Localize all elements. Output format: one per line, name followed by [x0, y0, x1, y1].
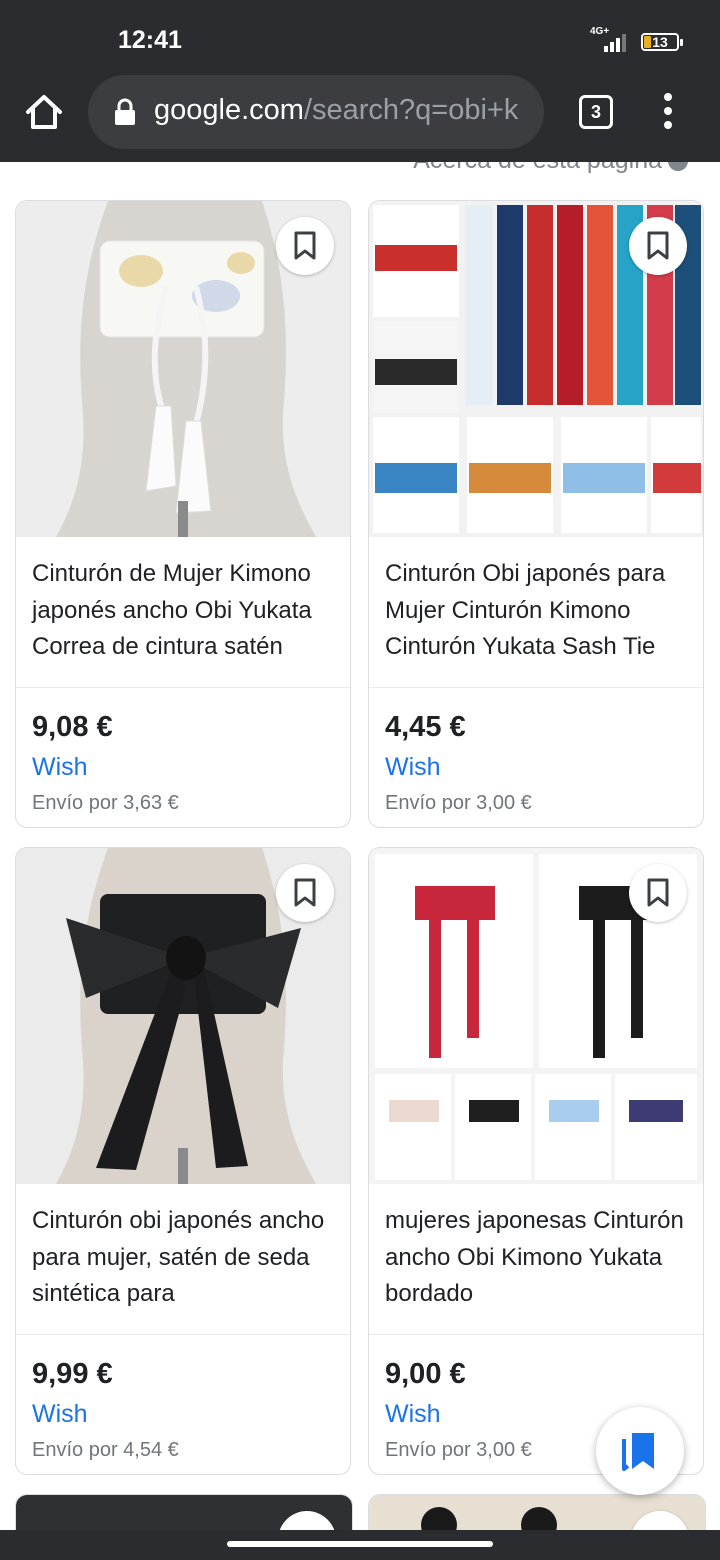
product-price: 9,99 €	[32, 1358, 113, 1390]
shipping-cost: Envío por 3,00 €	[385, 1439, 532, 1461]
overflow-menu-icon[interactable]	[655, 93, 681, 133]
divider	[369, 1334, 703, 1335]
product-price: 4,45 €	[385, 711, 466, 743]
tab-switcher-icon[interactable]: 3	[579, 95, 613, 129]
bookmark-button[interactable]	[629, 217, 687, 275]
bookmark-button[interactable]	[629, 864, 687, 922]
seller-link[interactable]: Wish	[32, 753, 88, 782]
battery-level: 13	[652, 34, 668, 50]
product-price: 9,08 €	[32, 711, 113, 743]
seller-link[interactable]: Wish	[32, 1400, 88, 1429]
battery-icon: 13	[641, 33, 683, 51]
bookmark-icon	[294, 878, 316, 907]
url-path: /search?q=obi+k	[303, 94, 519, 126]
url-domain: google.com	[154, 94, 304, 126]
product-card[interactable]: mujeres japonesas Cinturón ancho Obi Kim…	[368, 847, 704, 1475]
lock-icon	[115, 98, 135, 125]
divider	[16, 687, 350, 688]
shipping-cost: Envío por 3,00 €	[385, 792, 532, 814]
saved-collection-icon	[622, 1433, 654, 1471]
product-title[interactable]: Cinturón obi japonés ancho para mujer, s…	[32, 1203, 338, 1313]
seller-link[interactable]: Wish	[385, 753, 441, 782]
signal-icon	[604, 34, 626, 52]
bookmark-icon	[647, 878, 669, 907]
shipping-cost: Envío por 3,63 €	[32, 792, 179, 814]
product-title[interactable]: Cinturón de Mujer Kimono japonés ancho O…	[32, 556, 338, 666]
divider	[369, 687, 703, 688]
bookmark-icon	[294, 231, 316, 260]
product-title[interactable]: Cinturón Obi japonés para Mujer Cinturón…	[385, 556, 691, 666]
address-bar[interactable]: google.com/search?q=obi+k	[88, 75, 544, 149]
divider	[16, 1334, 350, 1335]
product-title[interactable]: mujeres japonesas Cinturón ancho Obi Kim…	[385, 1203, 691, 1313]
gesture-handle[interactable]	[227, 1541, 493, 1547]
product-card[interactable]: Cinturón obi japonés ancho para mujer, s…	[15, 847, 351, 1475]
bookmark-icon	[647, 231, 669, 260]
shipping-cost: Envío por 4,54 €	[32, 1439, 179, 1461]
bookmark-button[interactable]	[276, 217, 334, 275]
seller-link[interactable]: Wish	[385, 1400, 441, 1429]
product-card[interactable]: Cinturón de Mujer Kimono japonés ancho O…	[15, 200, 351, 828]
browser-chrome: 12:41 4G+ 13 google.com/search?q=obi+k 3	[0, 0, 720, 162]
system-navigation-bar	[0, 1530, 720, 1560]
url-text[interactable]: google.com/search?q=obi+k	[154, 94, 518, 127]
product-price: 9,00 €	[385, 1358, 466, 1390]
status-time: 12:41	[118, 26, 182, 54]
bookmark-button[interactable]	[276, 864, 334, 922]
product-card[interactable]: Cinturón Obi japonés para Mujer Cinturón…	[368, 200, 704, 828]
saved-collections-button[interactable]	[596, 1407, 684, 1495]
tab-count: 3	[590, 102, 601, 122]
home-icon[interactable]	[24, 92, 64, 132]
